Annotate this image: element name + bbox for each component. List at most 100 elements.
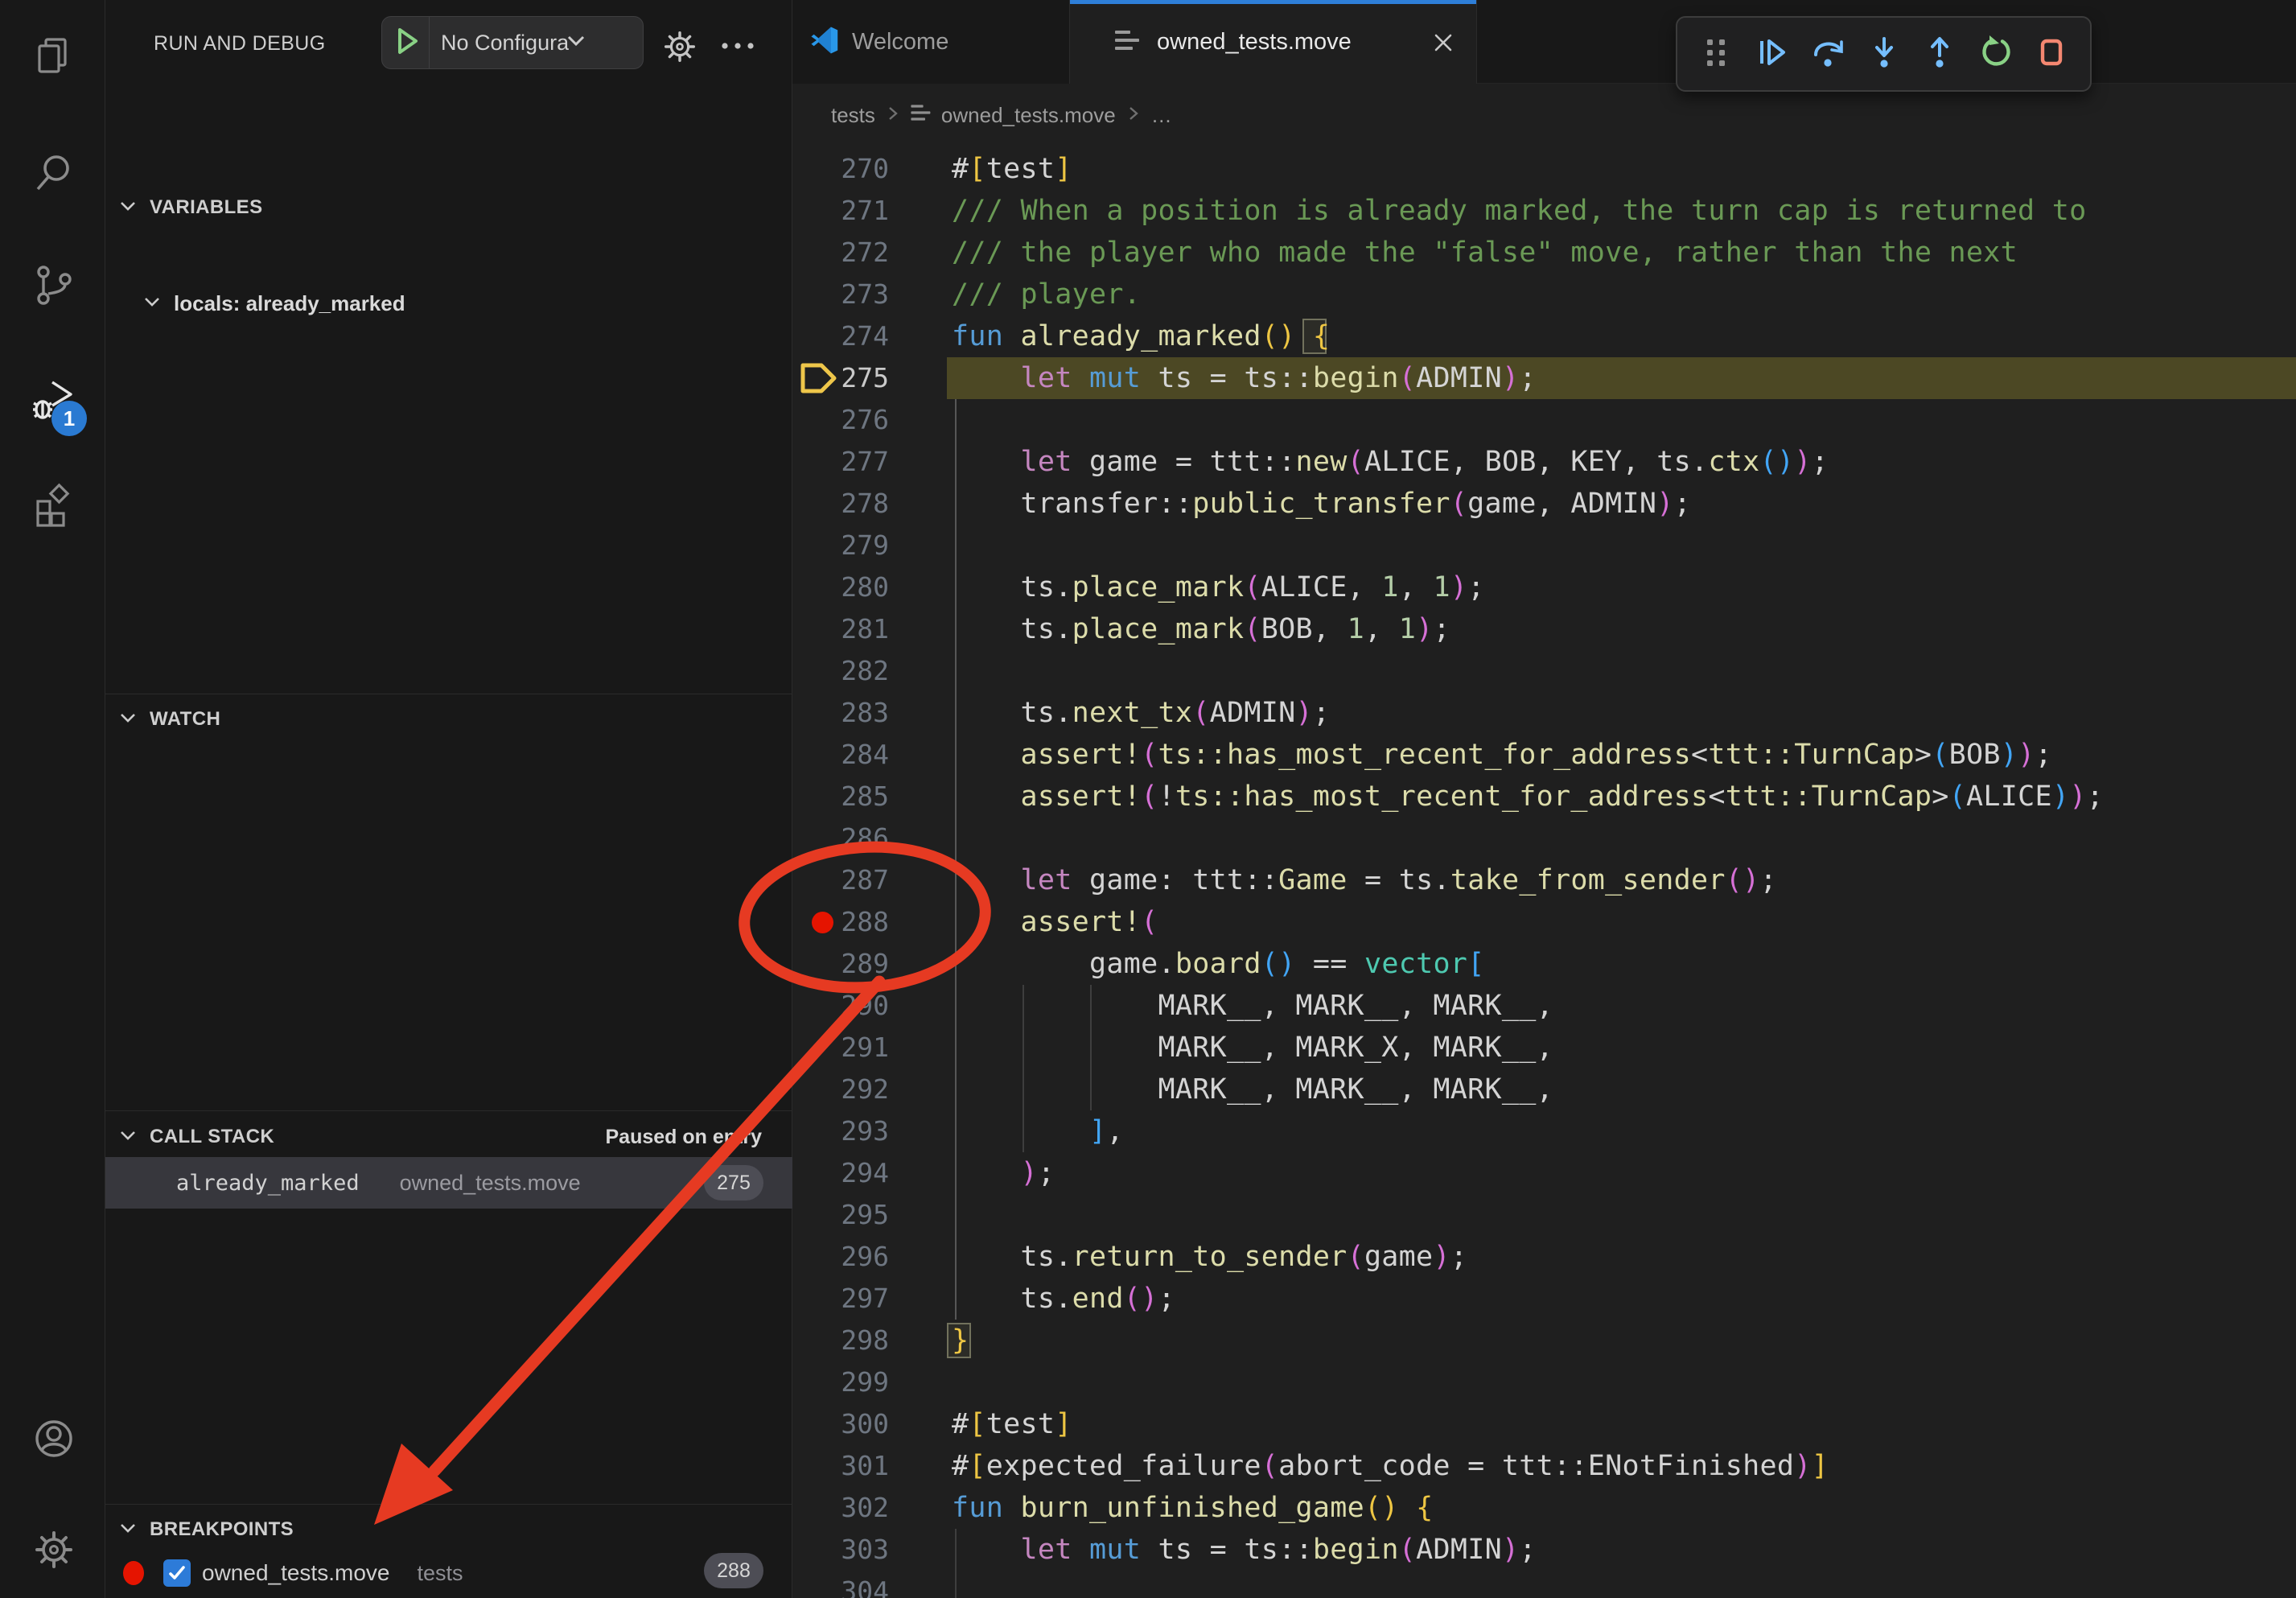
line-number[interactable]: 290 [792,985,889,1027]
line-number[interactable]: 284 [792,734,889,776]
breakpoint-row[interactable]: owned_tests.move tests 288 [105,1550,792,1596]
more-actions-icon[interactable] [718,39,760,57]
stop-button[interactable] [2031,33,2072,75]
line-number[interactable]: 276 [792,399,889,441]
code-line[interactable]: 270#[test] [792,148,2296,190]
breakpoint-checkbox[interactable] [163,1559,191,1587]
step-over-button[interactable] [1807,33,1849,75]
line-number[interactable]: 298 [792,1320,889,1361]
code-line[interactable]: 304 [792,1571,2296,1598]
code-line[interactable]: 271/// When a position is already marked… [792,190,2296,232]
breadcrumb-item[interactable]: tests [831,103,875,128]
line-number[interactable]: 299 [792,1361,889,1403]
code-line[interactable]: 300#[test] [792,1403,2296,1445]
section-header-breakpoints[interactable]: BREAKPOINTS [105,1509,792,1551]
code-line[interactable]: 297 ts.end(); [792,1278,2296,1320]
line-number[interactable]: 285 [792,776,889,818]
code-line[interactable]: 280 ts.place_mark(ALICE, 1, 1); [792,566,2296,608]
code-line[interactable]: 287 let game: ttt::Game = ts.take_from_s… [792,859,2296,901]
sidebar-item-source-control[interactable] [31,263,76,308]
code-line[interactable]: 299 [792,1361,2296,1403]
code-line[interactable]: 282 [792,650,2296,692]
tab-welcome[interactable]: Welcome [792,0,1070,84]
step-out-button[interactable] [1919,33,1961,75]
breadcrumb-item[interactable]: … [1151,103,1172,128]
debug-config-dropdown[interactable]: No Configura [381,16,644,69]
line-number[interactable]: 270 [792,148,889,190]
start-debug-play-icon[interactable] [393,27,421,60]
code-line[interactable]: 272/// the player who made the "false" m… [792,232,2296,274]
line-number[interactable]: 294 [792,1152,889,1194]
code-line[interactable]: 276 [792,399,2296,441]
line-number[interactable]: 289 [792,943,889,985]
tab-owned-tests-move[interactable]: owned_tests.move [1070,0,1477,84]
code-line[interactable]: 275 let mut ts = ts::begin(ADMIN); [792,357,2296,399]
variables-scope-row[interactable]: locals: already_marked [105,282,792,324]
sidebar-item-explorer[interactable] [31,33,76,78]
line-number[interactable]: 297 [792,1278,889,1320]
code-line[interactable]: 293 ], [792,1110,2296,1152]
line-number[interactable]: 292 [792,1069,889,1110]
code-editor[interactable]: 270#[test]271/// When a position is alre… [792,146,2296,1598]
code-line[interactable]: 303 let mut ts = ts::begin(ADMIN); [792,1529,2296,1571]
line-number[interactable]: 296 [792,1236,889,1278]
line-number[interactable]: 271 [792,190,889,232]
breadcrumb-item[interactable]: owned_tests.move [941,103,1116,128]
line-number[interactable]: 295 [792,1194,889,1236]
code-line[interactable]: 298} [792,1320,2296,1361]
code-line[interactable]: 288 assert!( [792,901,2296,943]
section-header-call-stack[interactable]: CALL STACK Paused on entry [105,1116,792,1158]
line-number[interactable]: 303 [792,1529,889,1571]
debug-settings-gear-icon[interactable] [662,29,697,68]
line-number[interactable]: 291 [792,1027,889,1069]
line-number[interactable]: 302 [792,1487,889,1529]
code-line[interactable]: 286 [792,818,2296,859]
close-icon[interactable] [1431,31,1455,59]
account-button[interactable] [31,1416,76,1461]
line-number[interactable]: 287 [792,859,889,901]
code-line[interactable]: 277 let game = ttt::new(ALICE, BOB, KEY,… [792,441,2296,483]
continue-button[interactable] [1751,33,1792,75]
line-number[interactable]: 301 [792,1445,889,1487]
code-line[interactable]: 279 [792,525,2296,566]
code-line[interactable]: 273/// player. [792,274,2296,315]
code-line[interactable]: 285 assert!(!ts::has_most_recent_for_add… [792,776,2296,818]
step-into-button[interactable] [1863,33,1905,75]
code-line[interactable]: 278 transfer::public_transfer(game, ADMI… [792,483,2296,525]
line-number[interactable]: 272 [792,232,889,274]
line-number[interactable]: 304 [792,1571,889,1598]
line-number[interactable]: 274 [792,315,889,357]
breakpoint-icon[interactable] [812,912,833,933]
section-header-watch[interactable]: WATCH [105,698,792,740]
line-number[interactable]: 281 [792,608,889,650]
code-line[interactable]: 291 MARK__, MARK_X, MARK__, [792,1027,2296,1069]
code-line[interactable]: 295 [792,1194,2296,1236]
line-number[interactable]: 282 [792,650,889,692]
code-line[interactable]: 289 game.board() == vector[ [792,943,2296,985]
code-line[interactable]: 281 ts.place_mark(BOB, 1, 1); [792,608,2296,650]
code-line[interactable]: 283 ts.next_tx(ADMIN); [792,692,2296,734]
line-number[interactable]: 286 [792,818,889,859]
line-number[interactable]: 273 [792,274,889,315]
code-line[interactable]: 296 ts.return_to_sender(game); [792,1236,2296,1278]
section-header-variables[interactable]: VARIABLES [105,187,792,229]
restart-button[interactable] [1975,33,2017,75]
sidebar-item-search[interactable] [31,150,76,196]
code-line[interactable]: 294 ); [792,1152,2296,1194]
code-line[interactable]: 292 MARK__, MARK__, MARK__, [792,1069,2296,1110]
line-number[interactable]: 293 [792,1110,889,1152]
toolbar-drag-handle[interactable] [1695,33,1737,75]
line-number[interactable]: 278 [792,483,889,525]
code-line[interactable]: 302fun burn_unfinished_game() { [792,1487,2296,1529]
line-number[interactable]: 283 [792,692,889,734]
code-line[interactable]: 301#[expected_failure(abort_code = ttt::… [792,1445,2296,1487]
line-number[interactable]: 280 [792,566,889,608]
line-number[interactable]: 288 [792,901,889,943]
line-number[interactable]: 279 [792,525,889,566]
code-line[interactable]: 274fun already_marked() { [792,315,2296,357]
line-number[interactable]: 300 [792,1403,889,1445]
settings-button[interactable] [31,1527,76,1572]
sidebar-item-extensions[interactable] [31,483,76,528]
call-stack-frame-row[interactable]: already_marked owned_tests.move 275 [105,1157,792,1209]
line-number[interactable]: 277 [792,441,889,483]
